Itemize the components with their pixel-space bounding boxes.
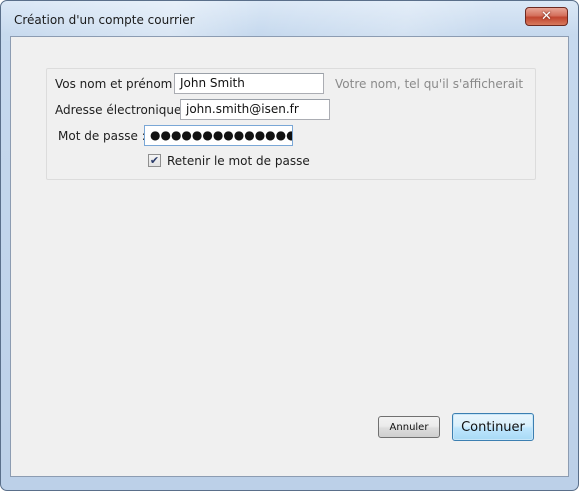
cancel-button-label: Annuler bbox=[389, 421, 429, 433]
password-label: Mot de passe : bbox=[58, 129, 146, 143]
account-form-group: Vos nom et prénom : John Smith Votre nom… bbox=[46, 68, 536, 180]
window-title: Création d'un compte courrier bbox=[14, 13, 195, 27]
email-input-value: john.smith@isen.fr bbox=[186, 102, 299, 116]
cancel-button[interactable]: Annuler bbox=[378, 416, 440, 438]
password-input-value: ●●●●●●●●●●●●●● bbox=[150, 128, 293, 142]
email-label: Adresse électronique : bbox=[55, 103, 190, 117]
name-label: Vos nom et prénom : bbox=[55, 77, 181, 91]
password-input[interactable]: ●●●●●●●●●●●●●● bbox=[144, 125, 293, 146]
name-input[interactable]: John Smith bbox=[174, 73, 324, 94]
close-icon: ✕ bbox=[541, 9, 552, 24]
email-input[interactable]: john.smith@isen.fr bbox=[180, 99, 330, 120]
name-hint: Votre nom, tel qu'il s'afficherait bbox=[335, 77, 524, 91]
dialog-window: Création d'un compte courrier ✕ Vos nom … bbox=[0, 0, 579, 491]
remember-password-checkbox[interactable]: ✔ bbox=[148, 154, 161, 167]
close-button[interactable]: ✕ bbox=[525, 7, 568, 26]
continue-button[interactable]: Continuer bbox=[452, 413, 534, 441]
remember-password-label[interactable]: Retenir le mot de passe bbox=[167, 154, 310, 168]
title-bar: Création d'un compte courrier ✕ bbox=[1, 1, 578, 35]
dialog-content: Vos nom et prénom : John Smith Votre nom… bbox=[10, 36, 569, 477]
continue-button-label: Continuer bbox=[461, 419, 525, 435]
checkmark-icon: ✔ bbox=[149, 154, 160, 167]
name-input-value: John Smith bbox=[180, 76, 245, 90]
